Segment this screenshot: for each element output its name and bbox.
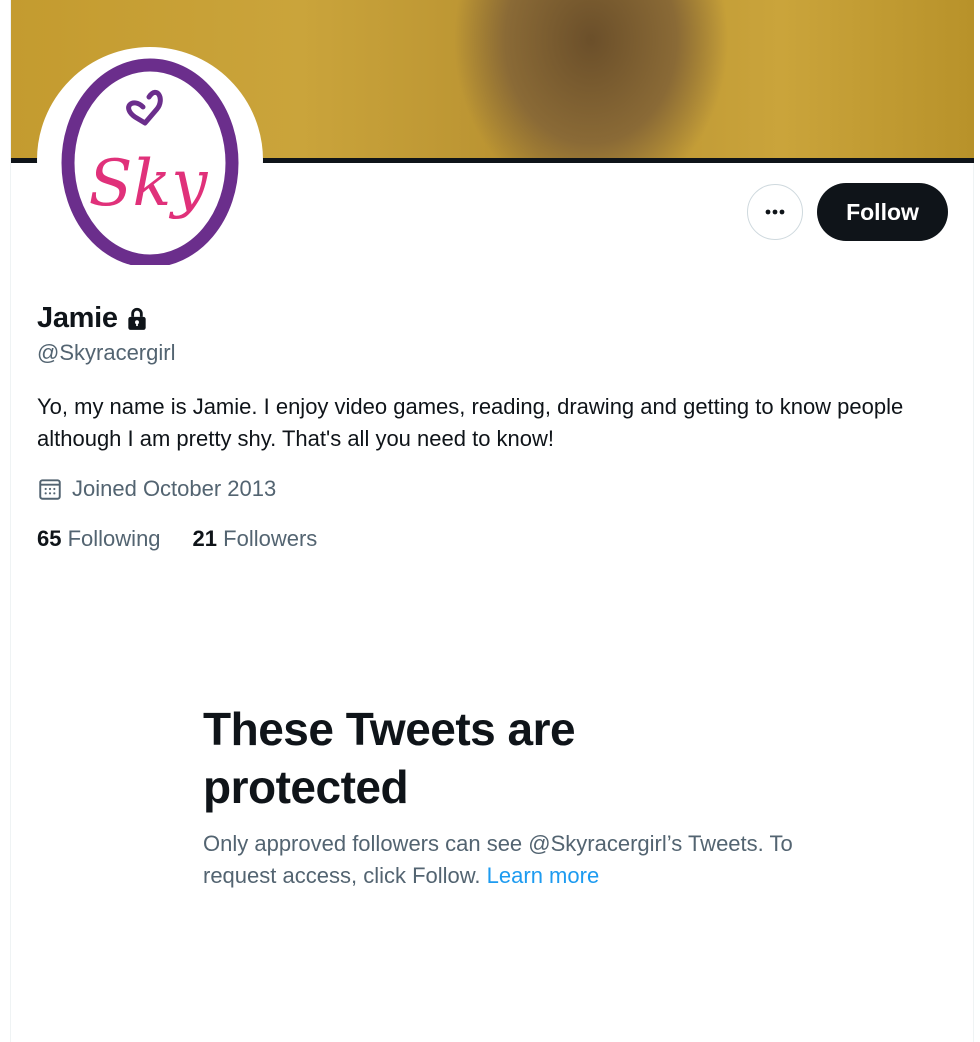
followers-label: Followers [223,526,318,551]
learn-more-link[interactable]: Learn more [487,863,600,888]
followers-count: 21 [192,526,218,551]
joined-date: Joined October 2013 [37,476,276,502]
profile-bio: Yo, my name is Jamie. I enjoy video game… [37,394,904,451]
avatar-text: Sky [89,147,209,221]
avatar-logo: Sky [61,58,239,265]
profile-handle: @Skyracergirl [37,340,176,365]
followers-link[interactable]: 21 Followers [193,526,318,552]
protected-title: These Tweets are protected [203,703,576,813]
calendar-icon [39,479,61,500]
following-link[interactable]: 65 Following [37,526,161,552]
more-horizontal-icon [765,209,785,215]
following-label: Following [67,526,161,551]
display-name: Jamie [37,302,118,334]
follow-button[interactable]: Follow [817,183,948,241]
lock-icon [128,307,146,330]
profile-stats: 65 Following 21 Followers [37,526,317,552]
following-count: 65 [37,526,62,551]
profile-name-row: Jamie [37,302,150,335]
avatar[interactable]: Sky [37,47,263,273]
more-options-button[interactable] [747,184,803,240]
joined-text: Joined October 2013 [72,476,277,501]
protected-description: Only approved followers can see @Skyrace… [203,828,803,892]
